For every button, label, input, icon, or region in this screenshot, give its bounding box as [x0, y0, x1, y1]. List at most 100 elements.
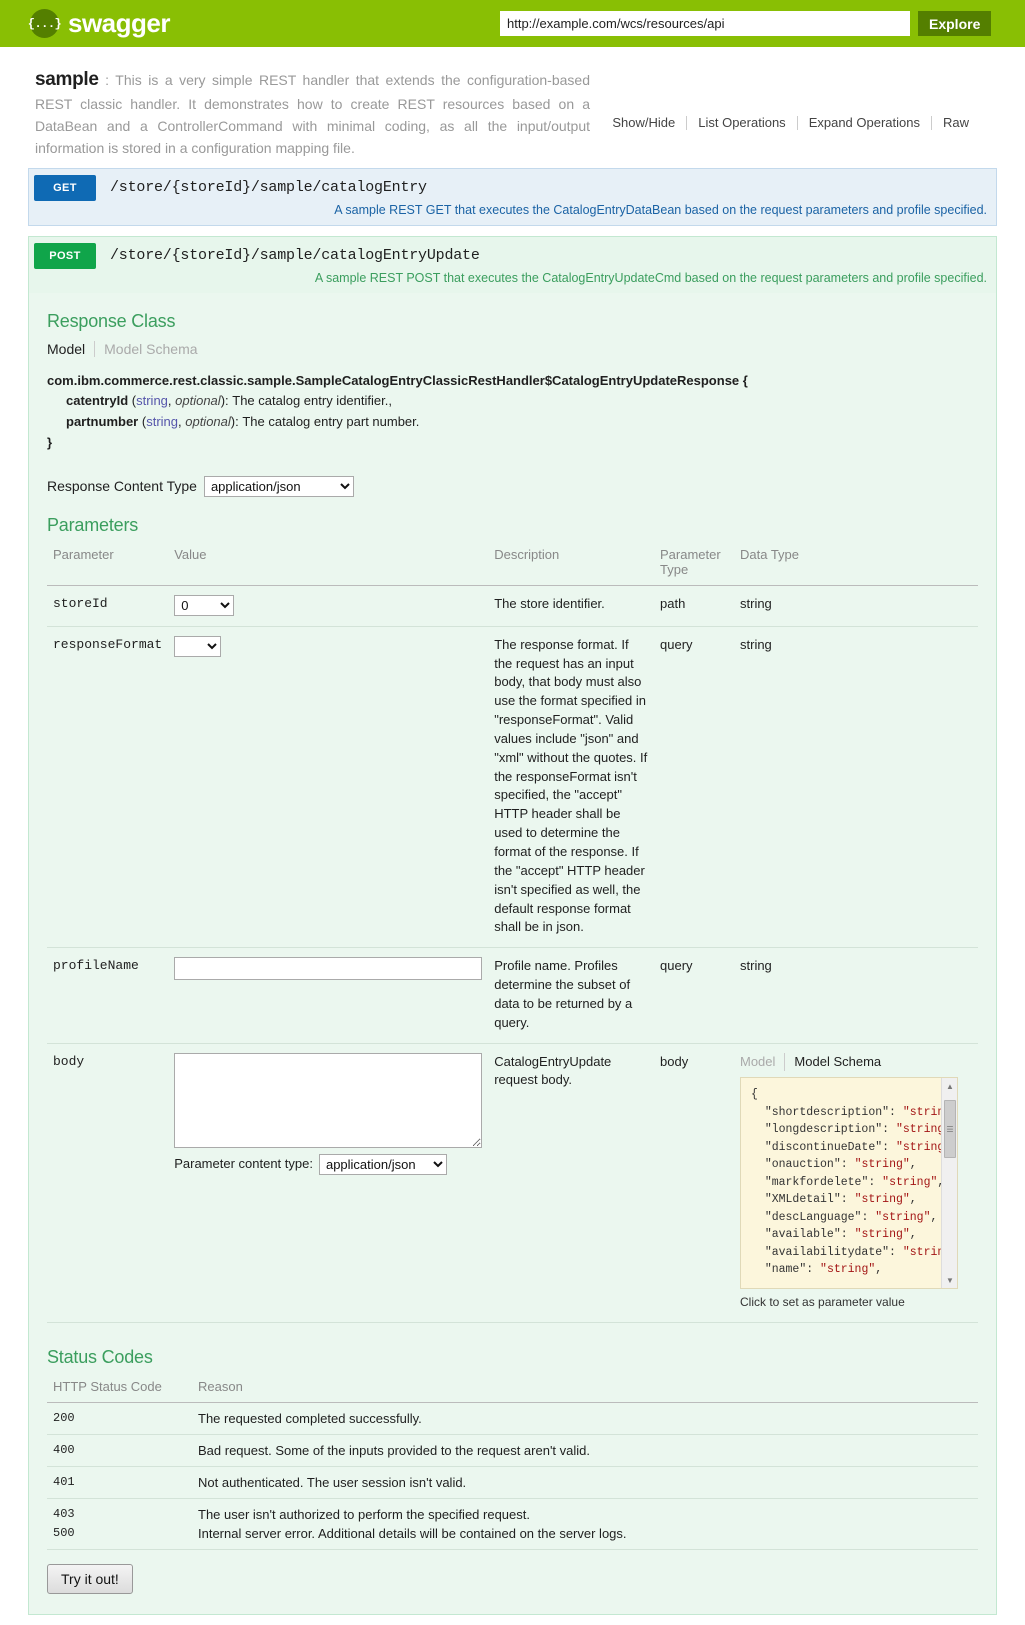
raw-link[interactable]: Raw — [932, 115, 980, 130]
parameter-content-type-select[interactable]: application/json — [318, 1153, 447, 1175]
param-data-type: string — [734, 947, 978, 1044]
tab-model-schema[interactable]: Model Schema — [94, 340, 206, 357]
response-class-title: Response Class — [47, 310, 176, 331]
page-title: sample — [35, 69, 99, 90]
property-type: string — [146, 414, 178, 430]
table-row: responseFormat The response format. If t… — [47, 626, 978, 949]
api-description: sample : This is a very simple REST hand… — [35, 65, 590, 160]
schema-value-text: string — [826, 1263, 869, 1277]
operation-header[interactable]: POST /store/{storeId}/sample/catalogEntr… — [29, 237, 996, 275]
list-operations-link[interactable]: List Operations — [687, 115, 796, 130]
table-row: 200 The requested completed successfully… — [47, 1402, 978, 1435]
tab-model[interactable]: Model — [47, 341, 94, 357]
parameters-header-row: Parameter Value Description Parameter Ty… — [47, 544, 978, 586]
property-optional: optional — [175, 393, 221, 409]
table-row: 400 Bad request. Some of the inputs prov… — [47, 1434, 978, 1467]
status-reason: The user isn't authorized to perform the… — [198, 1506, 530, 1522]
header-http-status-code: HTTP Status Code — [47, 1376, 192, 1403]
status-code: 400 — [47, 1434, 192, 1467]
table-row: 401 Not authenticated. The user session … — [47, 1466, 978, 1499]
responseformat-select[interactable] — [174, 635, 222, 657]
param-value-cell: 0 — [168, 585, 489, 627]
schema-key-text: name — [771, 1263, 800, 1277]
response-class-name: com.ibm.commerce.rest.classic.sample.Sam… — [47, 372, 740, 388]
schema-key-text: descLanguage — [771, 1210, 855, 1224]
body-schema-json: { "shortdescription": "string", "longdes… — [751, 1088, 957, 1277]
header-description: Description — [488, 544, 654, 586]
param-name-responseformat: responseFormat — [47, 626, 169, 949]
status-code: 500 — [47, 1523, 192, 1550]
schema-key-text: available — [771, 1228, 834, 1242]
operation-path[interactable]: /store/{storeId}/sample/catalogEntryUpda… — [96, 247, 480, 264]
tab-model[interactable]: Model — [740, 1053, 784, 1072]
schema-key-text: shortdescription — [771, 1105, 883, 1119]
param-value-cell: Parameter content type: application/json — [168, 1043, 489, 1323]
try-it-out-button[interactable]: Try it out! — [47, 1563, 133, 1594]
signature-property: catentryId (string, optional): The catal… — [47, 391, 978, 412]
operation-details: Response Class Model Model Schema com.ib… — [29, 292, 996, 1614]
response-class-tabs: Model Model Schema — [47, 340, 978, 357]
body-schema-box[interactable]: { "shortdescription": "string", "longdes… — [740, 1077, 958, 1290]
property-name: catentryId — [66, 393, 129, 409]
explore-button[interactable]: Explore — [918, 11, 992, 36]
schema-value-text: string — [861, 1193, 903, 1207]
schema-key-text: longdescription — [771, 1123, 876, 1137]
show-hide-link[interactable]: Show/Hide — [601, 115, 686, 130]
operation-get-catalogentry[interactable]: GET /store/{storeId}/sample/catalogEntry… — [28, 167, 997, 226]
header-value: Value — [168, 544, 489, 586]
header-parameter: Parameter — [47, 544, 169, 586]
param-type: query — [654, 947, 734, 1044]
profilename-input[interactable] — [174, 957, 483, 981]
status-header-row: HTTP Status Code Reason — [47, 1376, 978, 1403]
param-name-storeid: storeId — [47, 585, 169, 627]
api-url-input[interactable] — [500, 11, 910, 36]
response-content-type-select[interactable]: application/json — [203, 475, 354, 497]
property-name: partnumber — [66, 414, 139, 430]
param-description: The response format. If the request has … — [488, 626, 654, 949]
param-name-profilename: profileName — [47, 947, 169, 1044]
schema-key-text: onauction — [771, 1158, 834, 1172]
body-textarea[interactable] — [174, 1052, 483, 1148]
resource-options-bar: Show/Hide List Operations Expand Operati… — [601, 115, 980, 130]
open-brace: { — [742, 372, 748, 388]
property-description: The catalog entry identifier., — [232, 393, 392, 409]
storeid-select[interactable]: 0 — [174, 594, 235, 616]
status-reason: Not authenticated. The user session isn'… — [192, 1466, 978, 1499]
status-code: 403 — [53, 1507, 75, 1522]
schema-key: " — [764, 1105, 772, 1119]
schema-value-text: string — [861, 1228, 903, 1242]
scroll-up-icon[interactable]: ▲ — [942, 1078, 957, 1095]
scroll-down-icon[interactable]: ▼ — [942, 1272, 957, 1289]
method-badge-get: GET — [34, 174, 96, 201]
status-code: 401 — [47, 1466, 192, 1499]
property-type: string — [136, 393, 168, 409]
param-description: The store identifier. — [488, 585, 654, 627]
param-name-body: body — [47, 1043, 169, 1323]
scrollbar-thumb[interactable]: ☰ — [944, 1100, 956, 1159]
property-description: The catalog entry part number. — [242, 414, 420, 430]
schema-scrollbar[interactable]: ▲ ☰ ▼ — [941, 1078, 957, 1289]
schema-key-text: markfordelete — [771, 1175, 862, 1189]
param-data-type: string — [734, 626, 978, 949]
parameters-title: Parameters — [47, 514, 139, 535]
operation-path[interactable]: /store/{storeId}/sample/catalogEntry — [96, 179, 427, 196]
table-row: 403 The user isn't authorized to perform… — [47, 1498, 978, 1524]
signature-property: partnumber (string, optional): The catal… — [47, 412, 978, 433]
expand-operations-link[interactable]: Expand Operations — [798, 115, 931, 130]
response-content-type-label: Response Content Type — [47, 478, 197, 495]
swagger-ui-page: {...} swagger Explore sample : This is a… — [0, 0, 1025, 1615]
swagger-logo[interactable]: {...} swagger — [28, 8, 171, 39]
operations-list: GET /store/{storeId}/sample/catalogEntry… — [0, 167, 1025, 1615]
tab-model-schema[interactable]: Model Schema — [784, 1052, 890, 1072]
param-type: query — [654, 626, 734, 949]
operation-post-catalogentryupdate[interactable]: POST /store/{storeId}/sample/catalogEntr… — [28, 235, 997, 1615]
schema-hint-text: Click to set as parameter value — [740, 1295, 905, 1310]
schema-key-text: XMLdetail — [771, 1193, 834, 1207]
schema-value-text: string — [902, 1140, 945, 1154]
header-data-type: Data Type — [734, 544, 978, 586]
operation-header[interactable]: GET /store/{storeId}/sample/catalogEntry — [29, 169, 996, 207]
body-schema-tabs: Model Model Schema — [740, 1052, 972, 1072]
schema-key-text: discontinueDate — [771, 1140, 876, 1154]
body-schema-panel: Model Model Schema { "shortdescription":… — [740, 1052, 972, 1312]
api-info-block: sample : This is a very simple REST hand… — [0, 47, 1025, 168]
